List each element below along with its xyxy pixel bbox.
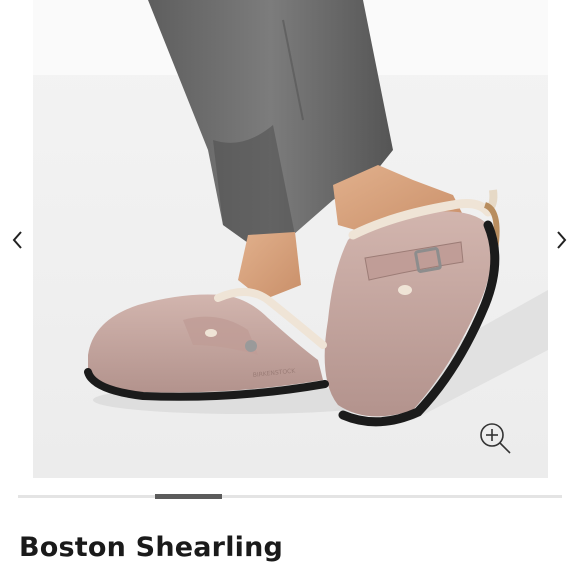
zoom-in-icon [480,423,511,454]
product-page: BIRKENSTOCK Boston Shearling [0,0,580,579]
gallery-next-button[interactable] [549,224,573,256]
zoom-button[interactable] [476,419,516,459]
product-title: Boston Shearling [19,532,284,563]
product-photo-illustration: BIRKENSTOCK [33,0,548,478]
chevron-left-icon [12,231,22,249]
gallery-scrollbar-thumb[interactable] [155,494,222,499]
gallery-scrollbar-track[interactable] [18,495,562,498]
chevron-right-icon [557,231,567,249]
gallery-prev-button[interactable] [6,224,30,256]
product-image[interactable]: BIRKENSTOCK [33,0,548,478]
